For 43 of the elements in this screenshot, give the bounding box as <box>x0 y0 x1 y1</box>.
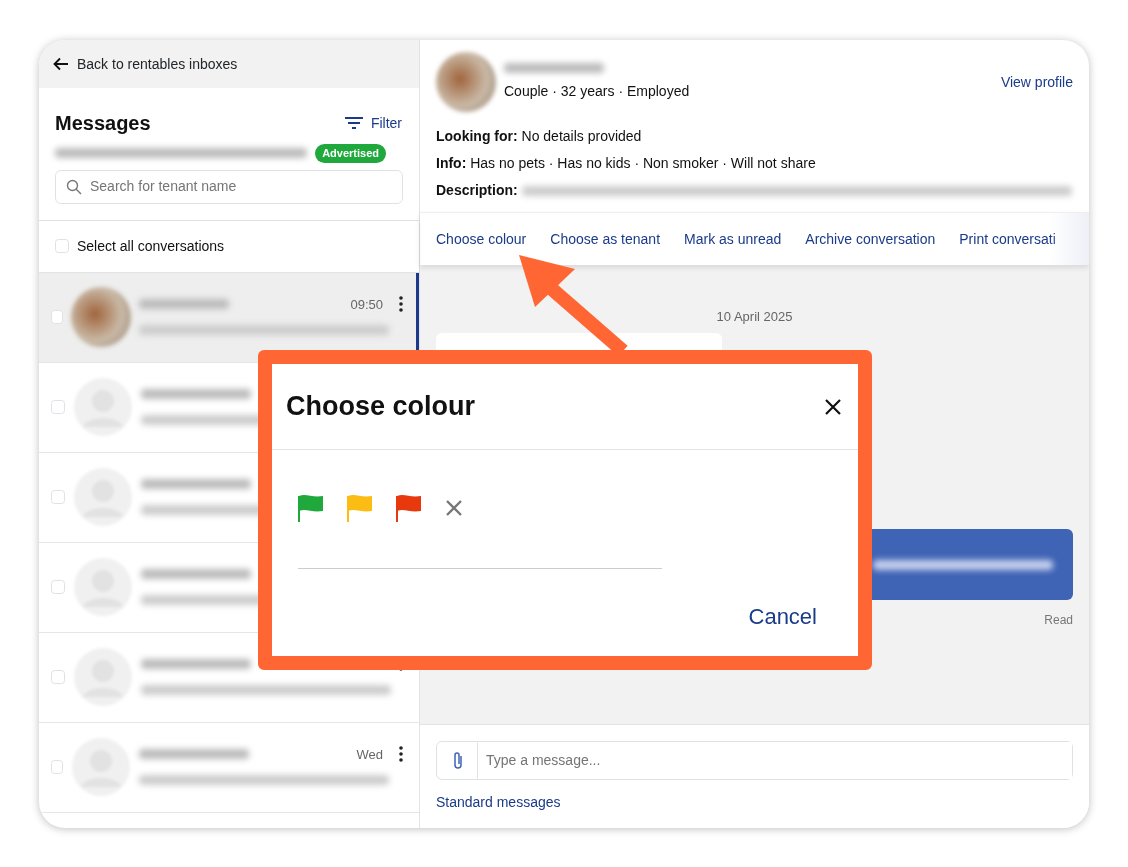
cancel-button[interactable]: Cancel <box>747 599 818 634</box>
action-link[interactable]: Archive conversation <box>805 228 936 250</box>
status-badge: Advertised <box>315 144 387 163</box>
flag-icon[interactable] <box>396 494 422 522</box>
select-all-checkbox[interactable] <box>55 239 69 254</box>
clear-colour-icon[interactable] <box>445 499 463 517</box>
profile-field: Description: <box>436 180 518 201</box>
conversation-checkbox[interactable] <box>51 670 65 685</box>
conversation-checkbox[interactable] <box>51 490 65 505</box>
more-options-icon[interactable] <box>399 746 403 763</box>
conversation-checkbox[interactable] <box>51 310 63 325</box>
messages-heading: Messages <box>55 111 151 136</box>
search-icon <box>66 178 82 195</box>
select-all-label: Select all conversations <box>77 236 225 256</box>
action-link[interactable]: Mark as unread <box>684 228 782 250</box>
standard-messages-link[interactable]: Standard messages <box>436 792 561 813</box>
action-link[interactable]: Print conversati <box>959 228 1056 250</box>
conversation-time: Wed <box>356 745 383 764</box>
conversation-checkbox[interactable] <box>51 580 65 595</box>
photo-placeholder <box>436 52 496 112</box>
conversation-item[interactable]: Wed <box>39 722 419 813</box>
date-separator: 10 April 2025 <box>716 308 793 326</box>
conversation-checkbox[interactable] <box>51 400 65 415</box>
filter-button[interactable]: Filter <box>343 111 403 135</box>
filter-icon <box>344 117 363 129</box>
search-input[interactable]: Search for tenant name <box>82 175 402 199</box>
read-receipt: Read <box>1044 612 1073 629</box>
tenant-details: Couple · 32 years · Employed <box>504 81 691 101</box>
flag-icon[interactable] <box>298 494 324 522</box>
view-profile-link[interactable]: View profile <box>1000 71 1073 93</box>
conversation-checkbox[interactable] <box>51 760 64 775</box>
close-icon[interactable] <box>824 397 842 416</box>
dialog-title: Choose colour <box>286 390 475 424</box>
more-options-icon[interactable] <box>399 296 403 313</box>
search-field[interactable]: Search for tenant name <box>55 169 403 204</box>
paperclip-icon <box>451 750 464 771</box>
action-link[interactable]: Choose as tenant <box>550 228 661 250</box>
profile-field: Looking for: No details provided <box>436 126 642 147</box>
action-link[interactable]: Choose colour <box>436 228 527 250</box>
profile-field: Info: Has no pets · Has no kids · Non smoker · Will not share <box>436 153 816 174</box>
back-arrow-icon <box>53 57 69 71</box>
conversation-item[interactable]: 09:50 <box>39 272 419 363</box>
conversation-time: 09:50 <box>350 295 383 314</box>
